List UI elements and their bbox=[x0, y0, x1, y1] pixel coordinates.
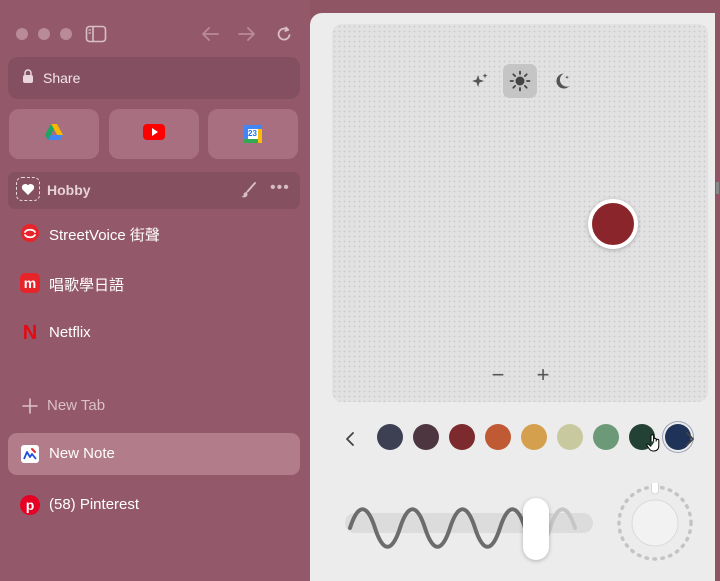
pinterest-icon: p bbox=[20, 495, 40, 515]
favorite-youtube[interactable] bbox=[109, 109, 199, 159]
color-swatch[interactable] bbox=[413, 424, 439, 450]
tab-pinterest[interactable]: p (58) Pinterest bbox=[8, 484, 300, 526]
color-swatch[interactable] bbox=[485, 424, 511, 450]
tab-label: (58) Pinterest bbox=[49, 496, 140, 513]
forward-arrow-icon[interactable] bbox=[235, 22, 259, 46]
moon-icon[interactable] bbox=[545, 64, 579, 98]
google-drive-icon bbox=[44, 123, 64, 146]
note-icon bbox=[20, 444, 40, 464]
slider-thumb[interactable] bbox=[523, 498, 549, 560]
tab-netflix[interactable]: N Netflix bbox=[8, 312, 300, 354]
calendar-date: 23 bbox=[248, 129, 257, 138]
folder-hobby[interactable]: Hobby ••• bbox=[8, 172, 300, 209]
heart-icon bbox=[16, 177, 40, 201]
pinterest-icon-letter: p bbox=[25, 497, 35, 513]
tab-label: Netflix bbox=[49, 324, 91, 341]
sidebar-toggle-icon[interactable] bbox=[84, 22, 108, 46]
theme-panel: − + bbox=[310, 13, 715, 581]
more-options-icon[interactable]: ••• bbox=[270, 179, 290, 197]
zoom-window-button[interactable] bbox=[60, 28, 72, 40]
toolbar bbox=[0, 0, 310, 60]
plus-icon bbox=[20, 396, 40, 416]
zoom-in-button[interactable]: + bbox=[532, 364, 554, 386]
new-tab-label: New Tab bbox=[47, 397, 106, 414]
google-calendar-icon: 23 bbox=[244, 125, 262, 143]
window-edge-indicator bbox=[716, 182, 719, 194]
color-swatch[interactable] bbox=[557, 424, 583, 450]
lock-icon bbox=[22, 69, 34, 89]
color-canvas[interactable]: − + bbox=[332, 24, 708, 402]
zoom-out-button[interactable]: − bbox=[487, 364, 509, 386]
hand-cursor-icon bbox=[646, 433, 662, 458]
tab-streetvoice[interactable]: StreetVoice 街聲 bbox=[8, 212, 300, 254]
favorite-google-drive[interactable] bbox=[9, 109, 99, 159]
minimize-window-button[interactable] bbox=[38, 28, 50, 40]
paintbrush-icon[interactable] bbox=[240, 181, 258, 204]
netflix-icon-letter: N bbox=[22, 322, 38, 344]
grain-dial[interactable] bbox=[615, 477, 695, 563]
swatch-prev-arrow-icon[interactable] bbox=[340, 429, 360, 449]
tab-label: New Note bbox=[49, 445, 115, 462]
close-window-button[interactable] bbox=[16, 28, 28, 40]
swatch-next-arrow-icon[interactable] bbox=[680, 429, 700, 449]
tab-label: 唱歌學日語 bbox=[49, 277, 125, 294]
m-app-icon-letter: m bbox=[23, 275, 37, 291]
reload-icon[interactable] bbox=[272, 22, 296, 46]
sidebar: Share 23 Hobby ••• StreetVoice 街聲 m 唱歌學日… bbox=[0, 0, 310, 581]
netflix-icon: N bbox=[20, 323, 40, 343]
sun-icon[interactable] bbox=[503, 64, 537, 98]
favorite-google-calendar[interactable]: 23 bbox=[208, 109, 298, 159]
sparkles-icon[interactable] bbox=[463, 64, 497, 98]
share-bar[interactable]: Share bbox=[8, 57, 300, 99]
tab-label: StreetVoice 街聲 bbox=[49, 227, 160, 244]
m-app-icon: m bbox=[20, 273, 40, 293]
texture-slider[interactable] bbox=[345, 493, 595, 560]
color-swatch[interactable] bbox=[593, 424, 619, 450]
share-label: Share bbox=[43, 70, 81, 86]
color-swatch[interactable] bbox=[449, 424, 475, 450]
youtube-icon bbox=[143, 123, 165, 145]
new-tab-button[interactable]: New Tab bbox=[8, 385, 300, 427]
color-swatch[interactable] bbox=[377, 424, 403, 450]
tab-singing-japanese[interactable]: m 唱歌學日語 bbox=[8, 262, 300, 304]
color-picker-handle[interactable] bbox=[588, 199, 638, 249]
back-arrow-icon[interactable] bbox=[198, 22, 222, 46]
streetvoice-icon bbox=[20, 223, 40, 243]
color-swatch[interactable] bbox=[521, 424, 547, 450]
tab-new-note[interactable]: New Note bbox=[8, 433, 300, 475]
folder-label: Hobby bbox=[47, 182, 91, 198]
